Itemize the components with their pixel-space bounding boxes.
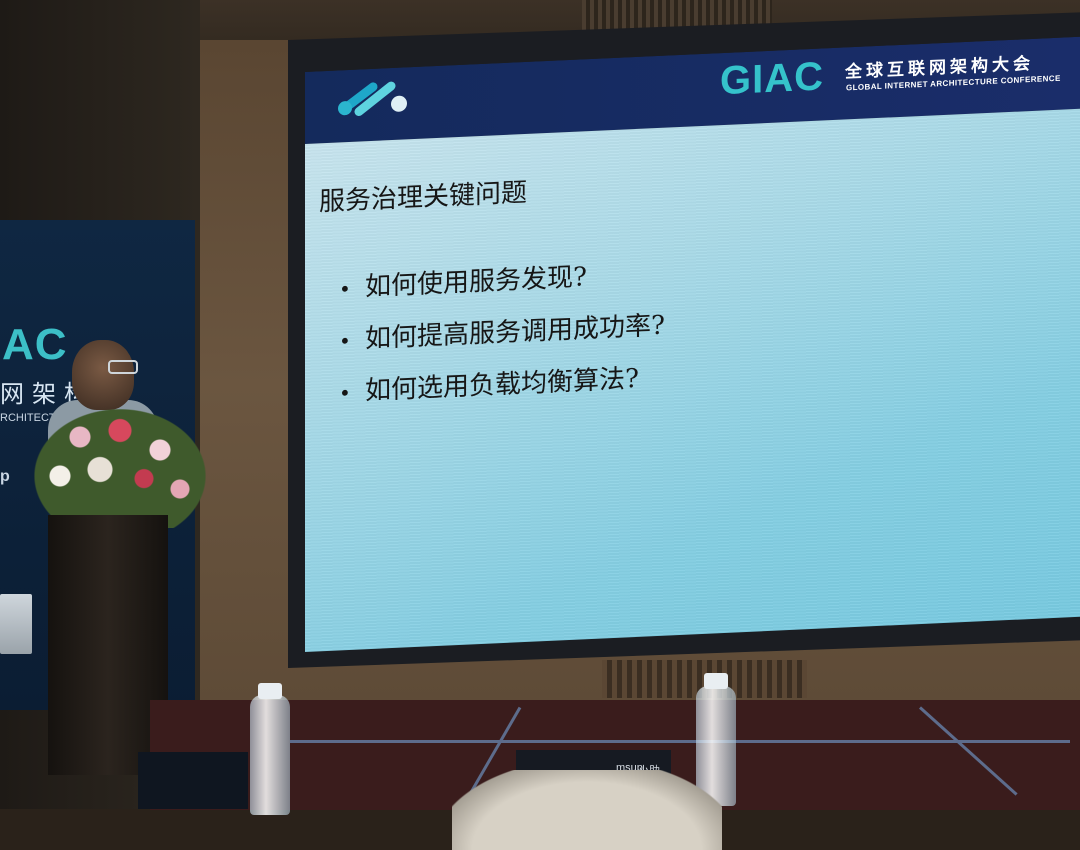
slide-body: 服务治理关键问题 • 如何使用服务发现? • 如何提高服务调用成功率? • 如何选用负…: [305, 108, 1080, 653]
bottle-cap: [258, 683, 282, 699]
projection-screen: GIAC 全球互联网架构大会 GLOBAL INTERNET ARCHITECT…: [305, 36, 1080, 653]
bullet-text: 如何使用服务发现?: [365, 262, 587, 303]
conference-mark-icon: [338, 81, 407, 117]
slide-bullet-list: • 如何使用服务发现? • 如何提高服务调用成功率? • 如何选用负载均衡算法?: [339, 248, 665, 419]
stage-line: [918, 706, 1018, 796]
slide-title: 服务治理关键问题: [319, 177, 528, 218]
flower-arrangement: [20, 398, 220, 528]
bullet-text: 如何提高服务调用成功率?: [365, 310, 665, 355]
bullet-icon: •: [339, 276, 351, 302]
bullet-icon: •: [339, 328, 351, 354]
bullet-icon: •: [339, 380, 351, 406]
laptop: [0, 594, 32, 654]
bottle-cap: [704, 673, 728, 689]
water-bottle: [250, 695, 290, 815]
speaker-glasses: [108, 360, 138, 374]
audience-head: [452, 770, 722, 850]
bullet-text: 如何选用负载均衡算法?: [365, 363, 639, 407]
front-sign: [138, 752, 248, 809]
stage-line: [290, 740, 1070, 743]
giac-logo: GIAC: [720, 54, 824, 104]
side-banner-logo: AC: [2, 320, 68, 369]
side-banner-fragment: p: [0, 468, 10, 485]
